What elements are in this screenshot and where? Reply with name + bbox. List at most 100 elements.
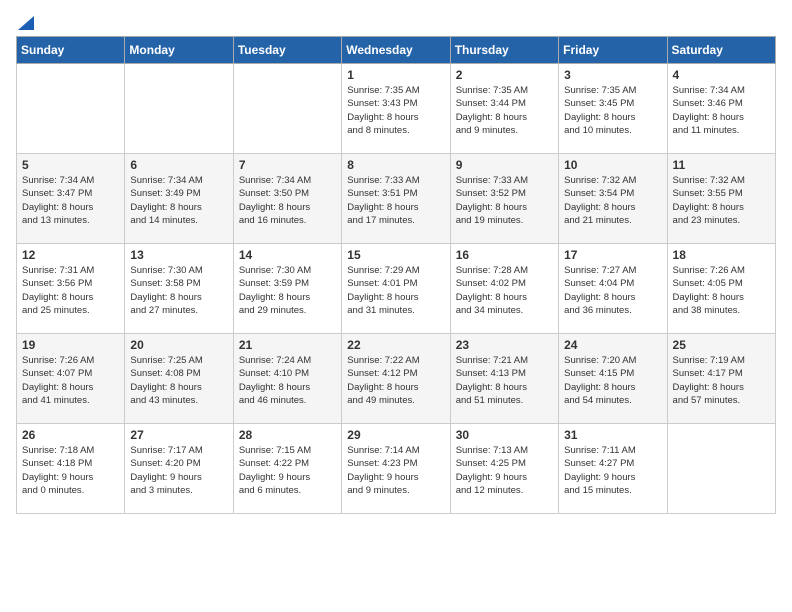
day-detail: Sunrise: 7:35 AM Sunset: 3:43 PM Dayligh… [347,84,444,137]
day-detail: Sunrise: 7:34 AM Sunset: 3:50 PM Dayligh… [239,174,336,227]
header-saturday: Saturday [667,37,775,64]
day-number: 8 [347,158,444,172]
day-detail: Sunrise: 7:18 AM Sunset: 4:18 PM Dayligh… [22,444,119,497]
header-wednesday: Wednesday [342,37,450,64]
calendar-cell: 4Sunrise: 7:34 AM Sunset: 3:46 PM Daylig… [667,64,775,154]
day-detail: Sunrise: 7:35 AM Sunset: 3:44 PM Dayligh… [456,84,553,137]
day-detail: Sunrise: 7:15 AM Sunset: 4:22 PM Dayligh… [239,444,336,497]
day-number: 10 [564,158,661,172]
day-detail: Sunrise: 7:31 AM Sunset: 3:56 PM Dayligh… [22,264,119,317]
logo-triangle-icon [18,16,34,30]
day-detail: Sunrise: 7:13 AM Sunset: 4:25 PM Dayligh… [456,444,553,497]
day-number: 13 [130,248,227,262]
day-detail: Sunrise: 7:34 AM Sunset: 3:47 PM Dayligh… [22,174,119,227]
day-number: 11 [673,158,770,172]
calendar-cell: 27 Sunrise: 7:17 AM Sunset: 4:20 PM Dayli… [125,424,233,514]
day-detail: Sunrise: 7:34 AM Sunset: 3:49 PM Dayligh… [130,174,227,227]
calendar-cell: 8Sunrise: 7:33 AM Sunset: 3:51 PM Daylig… [342,154,450,244]
calendar-cell [233,64,341,154]
day-number: 14 [239,248,336,262]
day-detail: Sunrise: 7:28 AM Sunset: 4:02 PM Dayligh… [456,264,553,317]
calendar-cell [125,64,233,154]
day-detail: Sunrise: 7:32 AM Sunset: 3:55 PM Dayligh… [673,174,770,227]
calendar-cell: 17 Sunrise: 7:27 AM Sunset: 4:04 PM Dayli… [559,244,667,334]
calendar-cell: 16 Sunrise: 7:28 AM Sunset: 4:02 PM Dayli… [450,244,558,334]
calendar-cell: 31 Sunrise: 7:11 AM Sunset: 4:27 PM Dayli… [559,424,667,514]
day-detail: Sunrise: 7:27 AM Sunset: 4:04 PM Dayligh… [564,264,661,317]
day-number: 4 [673,68,770,82]
calendar-cell: 10Sunrise: 7:32 AM Sunset: 3:54 PM Dayli… [559,154,667,244]
day-detail: Sunrise: 7:30 AM Sunset: 3:59 PM Dayligh… [239,264,336,317]
calendar-cell: 24 Sunrise: 7:20 AM Sunset: 4:15 PM Dayli… [559,334,667,424]
day-number: 15 [347,248,444,262]
day-detail: Sunrise: 7:11 AM Sunset: 4:27 PM Dayligh… [564,444,661,497]
calendar-cell: 15 Sunrise: 7:29 AM Sunset: 4:01 PM Dayli… [342,244,450,334]
calendar-cell: 12 Sunrise: 7:31 AM Sunset: 3:56 PM Dayli… [17,244,125,334]
day-number: 6 [130,158,227,172]
day-number: 26 [22,428,119,442]
header-monday: Monday [125,37,233,64]
day-number: 18 [673,248,770,262]
day-detail: Sunrise: 7:24 AM Sunset: 4:10 PM Dayligh… [239,354,336,407]
day-number: 29 [347,428,444,442]
calendar-table: SundayMondayTuesdayWednesdayThursdayFrid… [16,36,776,514]
week-row-2: 5 Sunrise: 7:34 AM Sunset: 3:47 PM Daylig… [17,154,776,244]
day-number: 12 [22,248,119,262]
calendar-header-row: SundayMondayTuesdayWednesdayThursdayFrid… [17,37,776,64]
week-row-1: 1 Sunrise: 7:35 AM Sunset: 3:43 PM Daylig… [17,64,776,154]
day-number: 27 [130,428,227,442]
day-detail: Sunrise: 7:35 AM Sunset: 3:45 PM Dayligh… [564,84,661,137]
calendar-cell: 14 Sunrise: 7:30 AM Sunset: 3:59 PM Dayli… [233,244,341,334]
header-friday: Friday [559,37,667,64]
day-detail: Sunrise: 7:17 AM Sunset: 4:20 PM Dayligh… [130,444,227,497]
calendar-cell: 1 Sunrise: 7:35 AM Sunset: 3:43 PM Daylig… [342,64,450,154]
day-number: 28 [239,428,336,442]
day-detail: Sunrise: 7:26 AM Sunset: 4:05 PM Dayligh… [673,264,770,317]
calendar-cell: 29 Sunrise: 7:14 AM Sunset: 4:23 PM Dayli… [342,424,450,514]
day-number: 1 [347,68,444,82]
day-number: 30 [456,428,553,442]
calendar-cell: 9 Sunrise: 7:33 AM Sunset: 3:52 PM Daylig… [450,154,558,244]
calendar-cell [667,424,775,514]
calendar-cell: 28 Sunrise: 7:15 AM Sunset: 4:22 PM Dayli… [233,424,341,514]
day-number: 31 [564,428,661,442]
day-detail: Sunrise: 7:33 AM Sunset: 3:52 PM Dayligh… [456,174,553,227]
day-detail: Sunrise: 7:30 AM Sunset: 3:58 PM Dayligh… [130,264,227,317]
calendar-cell: 30 Sunrise: 7:13 AM Sunset: 4:25 PM Dayli… [450,424,558,514]
day-number: 17 [564,248,661,262]
calendar-cell: 3 Sunrise: 7:35 AM Sunset: 3:45 PM Daylig… [559,64,667,154]
day-number: 25 [673,338,770,352]
calendar-cell: 25 Sunrise: 7:19 AM Sunset: 4:17 PM Dayli… [667,334,775,424]
week-row-5: 26 Sunrise: 7:18 AM Sunset: 4:18 PM Dayli… [17,424,776,514]
day-number: 21 [239,338,336,352]
header-thursday: Thursday [450,37,558,64]
calendar-cell [17,64,125,154]
day-number: 19 [22,338,119,352]
day-number: 9 [456,158,553,172]
calendar-cell: 26 Sunrise: 7:18 AM Sunset: 4:18 PM Dayli… [17,424,125,514]
day-number: 16 [456,248,553,262]
day-detail: Sunrise: 7:14 AM Sunset: 4:23 PM Dayligh… [347,444,444,497]
calendar-cell: 23Sunrise: 7:21 AM Sunset: 4:13 PM Dayli… [450,334,558,424]
calendar-cell: 13 Sunrise: 7:30 AM Sunset: 3:58 PM Dayli… [125,244,233,334]
week-row-3: 12 Sunrise: 7:31 AM Sunset: 3:56 PM Dayli… [17,244,776,334]
week-row-4: 19 Sunrise: 7:26 AM Sunset: 4:07 PM Dayli… [17,334,776,424]
day-number: 22 [347,338,444,352]
calendar-cell: 20Sunrise: 7:25 AM Sunset: 4:08 PM Dayli… [125,334,233,424]
header-tuesday: Tuesday [233,37,341,64]
calendar-cell: 5 Sunrise: 7:34 AM Sunset: 3:47 PM Daylig… [17,154,125,244]
day-detail: Sunrise: 7:21 AM Sunset: 4:13 PM Dayligh… [456,354,553,407]
day-number: 5 [22,158,119,172]
calendar-cell: 2Sunrise: 7:35 AM Sunset: 3:44 PM Daylig… [450,64,558,154]
day-number: 24 [564,338,661,352]
day-number: 3 [564,68,661,82]
day-detail: Sunrise: 7:25 AM Sunset: 4:08 PM Dayligh… [130,354,227,407]
day-detail: Sunrise: 7:26 AM Sunset: 4:07 PM Dayligh… [22,354,119,407]
header-sunday: Sunday [17,37,125,64]
day-detail: Sunrise: 7:29 AM Sunset: 4:01 PM Dayligh… [347,264,444,317]
day-detail: Sunrise: 7:19 AM Sunset: 4:17 PM Dayligh… [673,354,770,407]
day-number: 7 [239,158,336,172]
calendar-cell: 6 Sunrise: 7:34 AM Sunset: 3:49 PM Daylig… [125,154,233,244]
day-detail: Sunrise: 7:20 AM Sunset: 4:15 PM Dayligh… [564,354,661,407]
calendar-cell: 18 Sunrise: 7:26 AM Sunset: 4:05 PM Dayli… [667,244,775,334]
